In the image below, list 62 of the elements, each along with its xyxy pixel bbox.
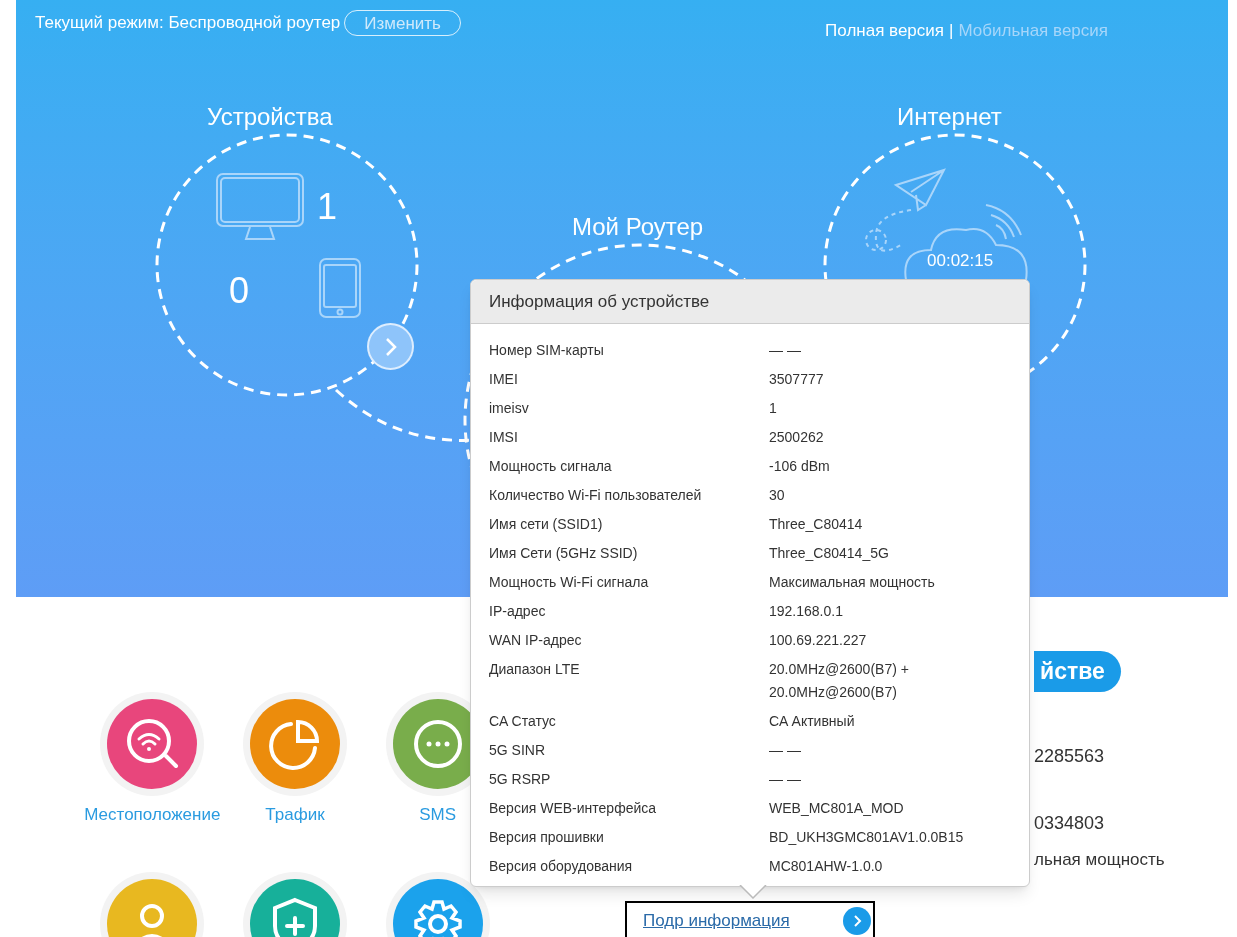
info-label: 5G RSRP xyxy=(489,770,552,789)
info-value: CA Активный xyxy=(769,712,856,731)
phone-count: 0 xyxy=(229,269,250,313)
info-label: Имя Сети (5GHz SSID) xyxy=(489,544,639,563)
info-label: Количество Wi-Fi пользователей xyxy=(489,486,703,505)
app-label: Местоположение xyxy=(84,804,221,826)
info-value: Three_C80414_5G xyxy=(769,544,890,563)
info-label: Диапазон LTE xyxy=(489,660,581,679)
info-label: IMSI xyxy=(489,428,519,447)
info-value: 192.168.0.1 xyxy=(769,602,844,621)
mode-label: Текущий режим: Беспроводной роутер xyxy=(35,12,341,34)
info-label: CA Статус xyxy=(489,712,557,731)
info-value: 3507777 xyxy=(769,370,825,389)
info-value: BD_UKH3GMC801AV1.0.0B15 xyxy=(769,828,965,847)
chevron-circle-icon[interactable] xyxy=(843,907,871,935)
info-label: 5G SINR xyxy=(489,741,546,760)
section-title: Устройства xyxy=(207,102,333,132)
info-value: 20.0MHz@2600(B7) + 20.0MHz@2600(B7) xyxy=(769,660,910,702)
info-value: WEB_MC801A_MOD xyxy=(769,799,905,818)
info-label: Имя сети (SSID1) xyxy=(489,515,604,534)
details-link[interactable]: Подр информация xyxy=(643,908,790,934)
computer-count: 1 xyxy=(317,185,338,229)
info-label: Мощность сигнала xyxy=(489,457,613,476)
info-label: WAN IP-адрес xyxy=(489,631,583,650)
section-title: Мой Роутер xyxy=(572,212,704,242)
app-label: SMS xyxy=(419,804,457,826)
info-value: льная мощность xyxy=(1034,849,1165,871)
separator-text: | xyxy=(949,20,954,42)
info-value: 1 xyxy=(769,399,778,418)
app-button[interactable] xyxy=(250,699,340,789)
info-value: Максимальная мощность xyxy=(769,573,936,592)
popup-title: Информация об устройстве xyxy=(489,290,710,313)
connection-time: 00:02:15 xyxy=(927,250,994,272)
info-label: IP-адрес xyxy=(489,602,547,621)
next-arrow-button[interactable] xyxy=(367,323,414,370)
version-link[interactable]: Полная версия xyxy=(825,18,945,44)
phone-icon xyxy=(319,258,361,320)
info-value: Three_C80414 xyxy=(769,515,864,534)
info-value: 2285563 xyxy=(1034,745,1105,768)
info-value: — — xyxy=(769,770,802,789)
app-label: Трафик xyxy=(265,804,325,826)
info-label: Номер SIM-карты xyxy=(489,341,605,360)
info-label: Версия прошивки xyxy=(489,828,605,847)
app-button[interactable] xyxy=(107,699,198,789)
info-label: imeisv xyxy=(489,399,530,418)
info-value: — — xyxy=(769,741,802,760)
info-label: Версия оборудования xyxy=(489,857,634,876)
info-value: 2500262 xyxy=(769,428,825,447)
info-label: Версия WEB-интерфейса xyxy=(489,799,658,818)
info-value: -106 dBm xyxy=(769,457,831,476)
chevron-right-icon xyxy=(383,336,398,357)
monitor-icon xyxy=(216,173,304,241)
device-info-pill[interactable]: йстве xyxy=(1034,651,1121,692)
info-value: MC801AHW-1.0.0 xyxy=(769,857,884,876)
info-value: 100.69.221.227 xyxy=(769,631,868,650)
section-title: Интернет xyxy=(897,102,1002,132)
info-value: 0334803 xyxy=(1034,812,1105,835)
info-value: 30 xyxy=(769,486,786,505)
info-label: IMEI xyxy=(489,370,519,389)
version-link[interactable]: Мобильная версия xyxy=(958,18,1108,44)
info-label: Мощность Wi-Fi сигнала xyxy=(489,573,650,592)
info-value: — — xyxy=(769,341,802,360)
